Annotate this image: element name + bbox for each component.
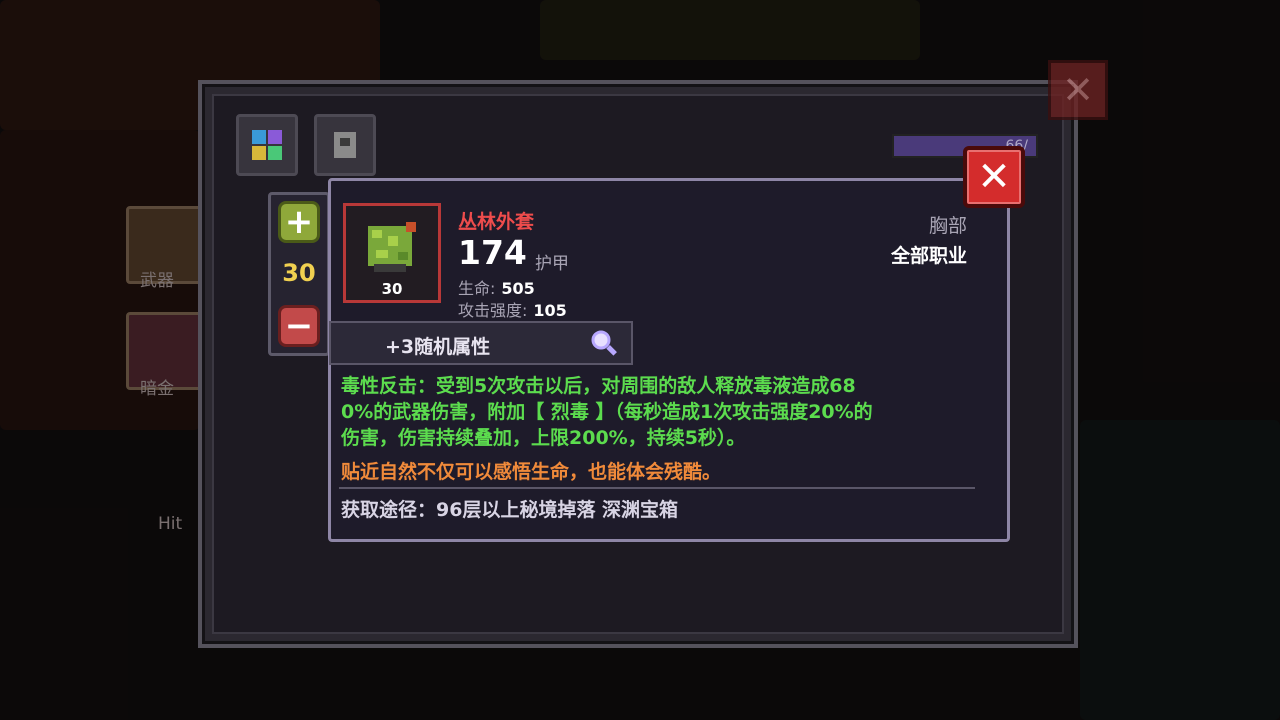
stat-attack-value: 105 [533, 301, 567, 320]
quantity-panel: + 30 − [268, 192, 330, 356]
divider [339, 487, 975, 489]
dark-gold-label: 暗金 [140, 379, 174, 399]
random-attributes-label: +3随机属性 [385, 336, 491, 358]
tab-inventory-grid[interactable] [236, 114, 298, 176]
stat-hp: 生命: 505 [458, 275, 535, 299]
magnifier-icon[interactable] [589, 328, 621, 360]
close-icon: ✕ [977, 154, 1011, 200]
item-icon-frame: 30 [343, 203, 441, 303]
grid-icon [252, 130, 282, 160]
outer-close-button[interactable]: ✕ [1048, 60, 1108, 120]
plus-icon: + [284, 202, 314, 242]
item-name: 丛林外套 [458, 211, 535, 233]
jungle-coat-icon [368, 222, 416, 272]
close-icon: ✕ [1062, 68, 1094, 112]
item-effect: 毒性反击：受到5次攻击以后，对周围的敌人释放毒液造成68 0%的武器伤害，附加【… [341, 373, 981, 451]
armor-label: 护甲 [535, 254, 569, 274]
tooltip-close-button[interactable]: ✕ [963, 146, 1025, 208]
armor-value: 174 [458, 233, 527, 272]
random-attributes-row[interactable]: +3随机属性 [329, 321, 633, 365]
class-restriction: 全部职业 [890, 245, 967, 267]
weapon-label: 武器 [140, 271, 174, 291]
item-tooltip: 30 丛林外套 174 护甲 生命: 505 攻击强度: 105 胸部 全部职业 +… [328, 178, 1010, 542]
stat-attack: 攻击强度: 105 [458, 297, 567, 321]
effect-line: 毒性反击：受到5次攻击以后，对周围的敌人释放毒液造成68 [341, 375, 856, 397]
stat-attack-label: 攻击强度: [458, 301, 528, 320]
hit-label: Hit [158, 514, 183, 534]
flavor-text: 贴近自然不仅可以感悟生命，也能体会残酷。 [341, 461, 722, 483]
tab-character[interactable] [314, 114, 376, 176]
quantity-value: 30 [282, 259, 316, 287]
stat-hp-label: 生命: [458, 279, 496, 298]
effect-line: 伤害，伤害持续叠加，上限200%，持续5秒）。 [341, 427, 746, 449]
effect-line: 0%的武器伤害，附加【 烈毒 】（每秒造成1次攻击强度20%的 [341, 401, 873, 423]
item-level: 30 [381, 280, 403, 298]
stat-hp-value: 505 [501, 279, 535, 298]
minus-icon: − [284, 306, 314, 346]
quantity-plus-button[interactable]: + [278, 201, 320, 243]
quantity-minus-button[interactable]: − [278, 305, 320, 347]
equip-slot: 胸部 [928, 215, 967, 237]
armor-icon [334, 132, 356, 158]
acquisition-source: 获取途径：96层以上秘境掉落 深渊宝箱 [341, 499, 679, 521]
